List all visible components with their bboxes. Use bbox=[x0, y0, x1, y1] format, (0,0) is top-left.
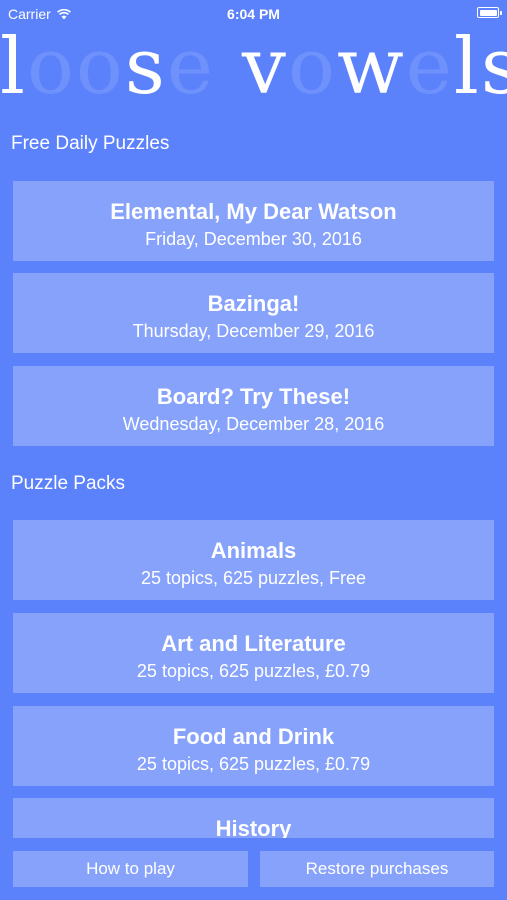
card-title: Board? Try These! bbox=[156, 384, 351, 409]
logo-letter: o bbox=[26, 22, 76, 112]
logo-letter: e bbox=[405, 22, 454, 112]
puzzle-pack-card[interactable]: Food and Drink 25 topics, 625 puzzles, £… bbox=[13, 706, 494, 786]
logo-letter bbox=[215, 22, 242, 112]
card-title: Art and Literature bbox=[161, 631, 346, 656]
card-title: Elemental, My Dear Watson bbox=[110, 199, 397, 224]
restore-purchases-button[interactable]: Restore purchases bbox=[260, 851, 494, 887]
logo-letter: o bbox=[287, 22, 337, 112]
logo-letter: s bbox=[480, 22, 507, 112]
bottom-toolbar: How to play Restore purchases bbox=[0, 838, 507, 900]
card-title: Food and Drink bbox=[172, 724, 335, 749]
card-title: Bazinga! bbox=[207, 291, 300, 316]
daily-puzzle-card[interactable]: Board? Try These! Wednesday, December 28… bbox=[13, 366, 494, 446]
puzzle-packs-heading: Puzzle Packs bbox=[11, 473, 126, 494]
logo-letter: e bbox=[166, 22, 216, 112]
daily-puzzle-card[interactable]: Bazinga! Thursday, December 29, 2016 bbox=[13, 273, 494, 353]
card-date: Friday, December 30, 2016 bbox=[145, 229, 362, 249]
clock: 6:04 PM bbox=[227, 6, 280, 22]
card-title: History bbox=[215, 816, 292, 838]
puzzle-pack-card[interactable]: Art and Literature 25 topics, 625 puzzle… bbox=[13, 613, 494, 693]
daily-puzzles-heading: Free Daily Puzzles bbox=[11, 133, 170, 154]
app-logo: loose vowels bbox=[0, 24, 507, 110]
card-date: Wednesday, December 28, 2016 bbox=[122, 414, 385, 434]
daily-puzzle-card[interactable]: Elemental, My Dear Watson Friday, Decemb… bbox=[13, 181, 494, 261]
logo-letter: v bbox=[241, 22, 288, 112]
logo-letter: l bbox=[453, 22, 481, 112]
card-details: 25 topics, 625 puzzles, £0.79 bbox=[136, 661, 371, 681]
card-details: 25 topics, 625 puzzles, £0.79 bbox=[136, 754, 371, 774]
card-date: Thursday, December 29, 2016 bbox=[132, 321, 375, 341]
puzzle-pack-card[interactable]: Animals 25 topics, 625 puzzles, Free bbox=[13, 520, 494, 600]
card-details: 25 topics, 625 puzzles, Free bbox=[140, 568, 367, 588]
puzzle-pack-card[interactable]: History bbox=[13, 798, 494, 838]
logo-letter: l bbox=[0, 22, 27, 112]
battery-icon bbox=[477, 7, 502, 18]
logo-letter: s bbox=[124, 22, 167, 112]
card-title: Animals bbox=[210, 538, 297, 563]
how-to-play-button[interactable]: How to play bbox=[13, 851, 248, 887]
logo-letter: o bbox=[75, 22, 125, 112]
logo-letter: w bbox=[336, 22, 406, 112]
